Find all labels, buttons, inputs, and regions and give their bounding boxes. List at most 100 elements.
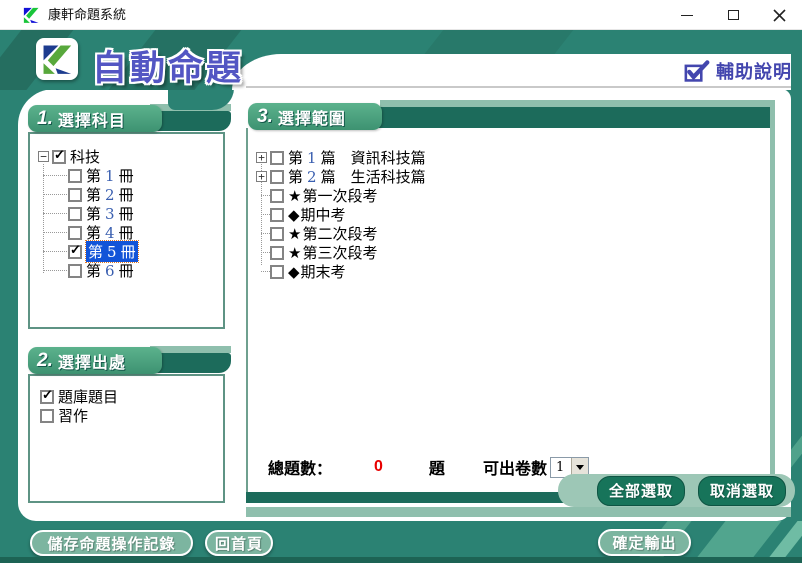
footer-edge [0, 557, 802, 563]
window-titlebar: 康軒命題系統 [0, 0, 802, 30]
tree-item-exam2[interactable]: ◆期中考 [256, 205, 764, 224]
selection-button-bar: 全部選取 取消選取 [558, 474, 795, 507]
book6-label[interactable]: 第6冊 [86, 260, 134, 281]
app-header: 自動命題 輔助說明 [0, 30, 802, 90]
panel-scope-header: 3. 選擇範圍 [248, 103, 382, 130]
book2-checkbox[interactable] [68, 188, 82, 202]
exam5-label[interactable]: ◆期末考 [288, 261, 346, 282]
close-button[interactable] [762, 0, 796, 30]
part1-checkbox[interactable] [270, 151, 284, 165]
main-content: 1. 選擇科目 科技 第1冊 第2冊 第3冊 [18, 89, 791, 521]
papers-count-value: 1 [551, 458, 571, 477]
book1-label[interactable]: 第1冊 [86, 165, 134, 186]
collapse-icon[interactable] [38, 151, 49, 162]
footer-bar: 儲存命題操作記錄 回首頁 確定輸出 [0, 521, 802, 563]
panel-source-bar [150, 353, 231, 373]
exam2-label[interactable]: ◆期中考 [288, 204, 346, 225]
exam1-label[interactable]: ★第一次段考 [288, 185, 377, 206]
help-button[interactable]: 輔助說明 [684, 57, 792, 85]
book1-checkbox[interactable] [68, 169, 82, 183]
tree-item-exam3[interactable]: ★第二次段考 [256, 224, 764, 243]
window-title: 康軒命題系統 [48, 0, 126, 30]
exam5-checkbox[interactable] [270, 265, 284, 279]
book2-label[interactable]: 第2冊 [86, 184, 134, 205]
tree-item-book5-selected[interactable]: 第5冊 [68, 242, 217, 261]
minimize-icon [681, 15, 693, 16]
subject-children: 第1冊 第2冊 第3冊 第4冊 第5冊 [68, 166, 217, 280]
source-item-workbook[interactable]: 習作 [40, 406, 217, 425]
tree-item-book3[interactable]: 第3冊 [68, 204, 217, 223]
tree-item-exam5[interactable]: ◆期末考 [256, 262, 764, 281]
panel-source-title: 選擇出處 [58, 349, 126, 373]
tree-item-part2[interactable]: 第2篇生活科技篇 [256, 167, 764, 186]
tree-item-book6[interactable]: 第6冊 [68, 261, 217, 280]
home-button[interactable]: 回首頁 [205, 530, 273, 556]
panel-subject-number: 1. [37, 108, 53, 130]
bank-checkbox[interactable] [40, 390, 54, 404]
app-logo-icon [22, 6, 40, 24]
panel-subject-header: 1. 選擇科目 [28, 105, 162, 132]
source-item-bank[interactable]: 題庫題目 [40, 387, 217, 406]
part2-checkbox[interactable] [270, 170, 284, 184]
exam3-checkbox[interactable] [270, 227, 284, 241]
expand-icon[interactable] [256, 171, 267, 182]
exam2-checkbox[interactable] [270, 208, 284, 222]
workbook-label[interactable]: 習作 [58, 405, 88, 426]
tree-item-book4[interactable]: 第4冊 [68, 223, 217, 242]
tree-item-exam4[interactable]: ★第三次段考 [256, 243, 764, 262]
panel-scope-right-border [770, 107, 775, 517]
exam4-label[interactable]: ★第三次段考 [288, 242, 377, 263]
panel-source-number: 2. [37, 350, 53, 372]
panel-subject-bar [150, 111, 231, 131]
bottom-accent-bar [246, 507, 791, 517]
panel-source-accent [150, 346, 231, 353]
brand-logo-icon [40, 42, 74, 76]
exam1-checkbox[interactable] [270, 189, 284, 203]
tree-item-book2[interactable]: 第2冊 [68, 185, 217, 204]
summary-row: 總題數： 0 題 可出卷數 1 [268, 455, 589, 479]
deselect-all-button[interactable]: 取消選取 [698, 476, 786, 506]
panel-scope-bar [376, 107, 775, 128]
papers-label: 可出卷數 [483, 455, 547, 479]
help-check-icon [684, 59, 710, 83]
tree-item-book1[interactable]: 第1冊 [68, 166, 217, 185]
minimize-button[interactable] [670, 0, 704, 30]
help-label: 輔助說明 [716, 58, 792, 84]
page-title: 自動命題 [92, 40, 244, 90]
book3-checkbox[interactable] [68, 207, 82, 221]
maximize-icon [728, 10, 739, 20]
source-list: 題庫題目 習作 [30, 376, 223, 425]
part2-label[interactable]: 第2篇生活科技篇 [288, 166, 426, 187]
subject-root-checkbox[interactable] [52, 150, 66, 164]
exam3-label[interactable]: ★第二次段考 [288, 223, 377, 244]
book5-checkbox[interactable] [68, 245, 82, 259]
expand-icon[interactable] [256, 152, 267, 163]
bank-label[interactable]: 題庫題目 [58, 386, 118, 407]
confirm-output-button[interactable]: 確定輸出 [598, 529, 691, 556]
panel-scope-body: 第1篇資訊科技篇 第2篇生活科技篇 ★第一次段考 ◆期中考 ★第二次段考 [246, 128, 770, 492]
exam4-checkbox[interactable] [270, 246, 284, 260]
panel-source-body: 題庫題目 習作 [28, 374, 225, 503]
total-label: 總題數： [268, 455, 332, 479]
save-log-button[interactable]: 儲存命題操作記錄 [30, 530, 193, 556]
tree-item-subject-root[interactable]: 科技 [38, 147, 217, 166]
book4-label[interactable]: 第4冊 [86, 222, 134, 243]
tree-item-part1[interactable]: 第1篇資訊科技篇 [256, 148, 764, 167]
part1-label[interactable]: 第1篇資訊科技篇 [288, 147, 426, 168]
workbook-checkbox[interactable] [40, 409, 54, 423]
book4-checkbox[interactable] [68, 226, 82, 240]
panel-scope-title: 選擇範圍 [278, 105, 346, 129]
tree-item-exam1[interactable]: ★第一次段考 [256, 186, 764, 205]
book6-checkbox[interactable] [68, 264, 82, 278]
brand-logo [36, 38, 78, 80]
total-count: 0 [374, 458, 383, 476]
subject-root-label[interactable]: 科技 [70, 146, 100, 167]
maximize-button[interactable] [716, 0, 750, 30]
select-all-button[interactable]: 全部選取 [597, 476, 685, 506]
book3-label[interactable]: 第3冊 [86, 203, 134, 224]
panel-scope-number: 3. [257, 106, 273, 128]
close-icon [773, 9, 786, 22]
book5-label[interactable]: 第5冊 [86, 241, 138, 262]
scope-tree: 第1篇資訊科技篇 第2篇生活科技篇 ★第一次段考 ◆期中考 ★第二次段考 [248, 128, 770, 281]
subject-tree: 科技 第1冊 第2冊 第3冊 第4冊 [30, 134, 223, 280]
